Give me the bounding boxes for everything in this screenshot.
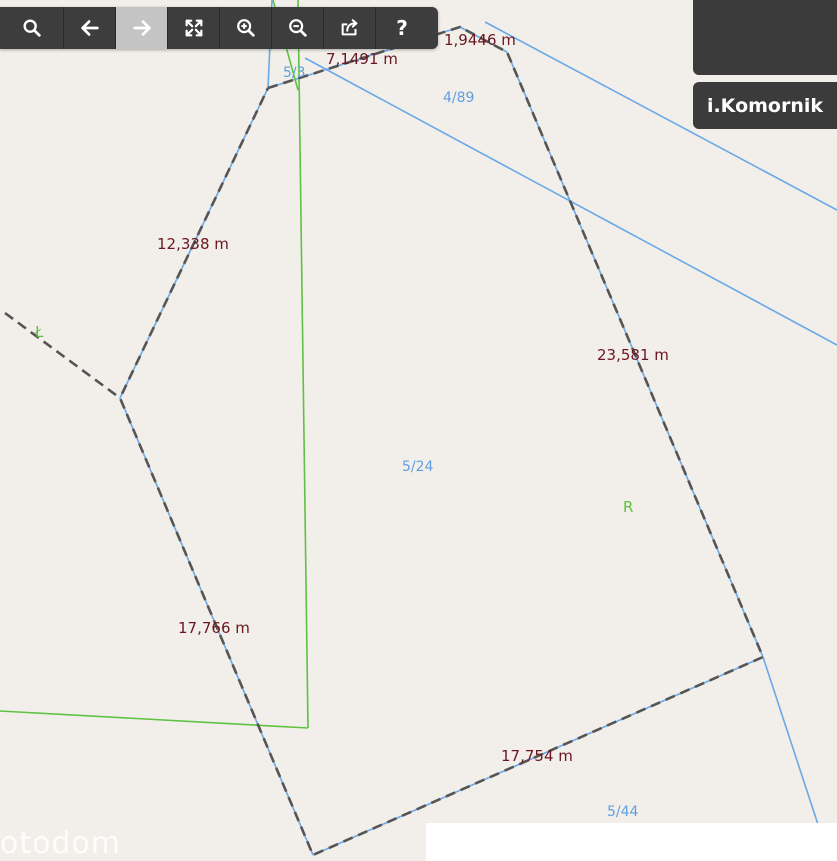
parcel-number: 5/24 [402,459,434,475]
parcel-lines [119,0,837,861]
map-toolbar: ? [0,7,438,49]
plot-boundary [4,25,765,857]
forward-button[interactable] [116,7,168,49]
parcel-number: 5/44 [607,804,639,820]
share-icon [341,19,357,36]
measurement-label: 7,1491 m [326,50,398,68]
info-panel [693,0,837,75]
measurement-label: 1,9446 m [444,31,516,49]
measurement-label: 17,766 m [178,619,250,637]
measurement-label: 12,338 m [157,235,229,253]
measurement-label: 17,754 m [501,747,573,765]
fullscreen-button[interactable] [168,7,220,49]
parcel-number: 4/89 [443,90,474,106]
zoom-out-button[interactable] [272,7,324,49]
measurement-label: 23,581 m [597,346,669,364]
parcel-number: 5/3 [283,65,306,81]
arrow-left-icon [80,20,99,36]
zoom-in-icon [236,19,255,37]
help-icon: ? [396,16,408,40]
fullscreen-icon [185,19,202,37]
zoom-in-button[interactable] [220,7,272,49]
share-button[interactable] [324,7,376,49]
search-icon [22,19,41,37]
search-button[interactable] [0,7,64,49]
landuse-lines [0,0,309,729]
landuse-symbol: Ł [34,323,44,341]
zoom-out-icon [288,19,307,37]
watermark: otodom [0,826,122,861]
back-button[interactable] [64,7,116,49]
komornik-button[interactable]: i.Komornik [693,82,837,129]
arrow-right-icon [132,20,151,36]
blank-overlay [426,823,837,861]
landuse-symbol: R [623,498,633,516]
cadastral-map[interactable]: 7,1491 m 1,9446 m 12,338 m 23,581 m 17,7… [0,0,837,861]
help-button[interactable]: ? [376,7,428,49]
